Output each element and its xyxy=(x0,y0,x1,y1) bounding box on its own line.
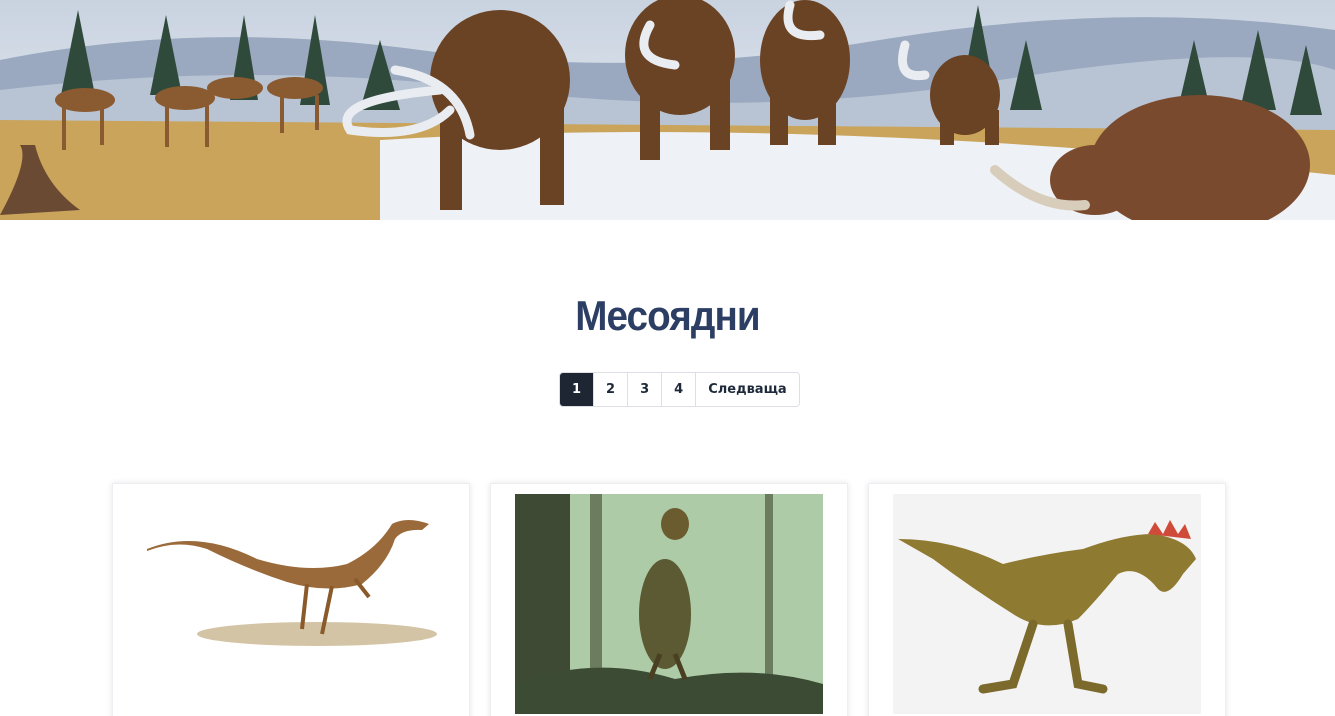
next-page-button[interactable]: Следваща xyxy=(696,373,799,406)
card-dilophosaurus[interactable] xyxy=(490,483,848,716)
page-4-button[interactable]: 4 xyxy=(662,373,697,406)
hero-image xyxy=(0,0,1335,220)
page-2-button[interactable]: 2 xyxy=(594,373,629,406)
page-3-button[interactable]: 3 xyxy=(628,373,663,406)
hero-banner xyxy=(0,0,1335,220)
card-coelophysis[interactable] xyxy=(112,483,470,716)
page-1-button[interactable]: 1 xyxy=(560,373,595,406)
card-cryolophosaurus[interactable] xyxy=(868,483,1226,716)
page-title: Месоядни xyxy=(575,292,760,339)
card-image[interactable] xyxy=(893,494,1201,714)
card-image[interactable] xyxy=(515,494,823,714)
pagination: 1 2 3 4 Следваща xyxy=(559,372,800,407)
card-image[interactable] xyxy=(137,494,445,714)
